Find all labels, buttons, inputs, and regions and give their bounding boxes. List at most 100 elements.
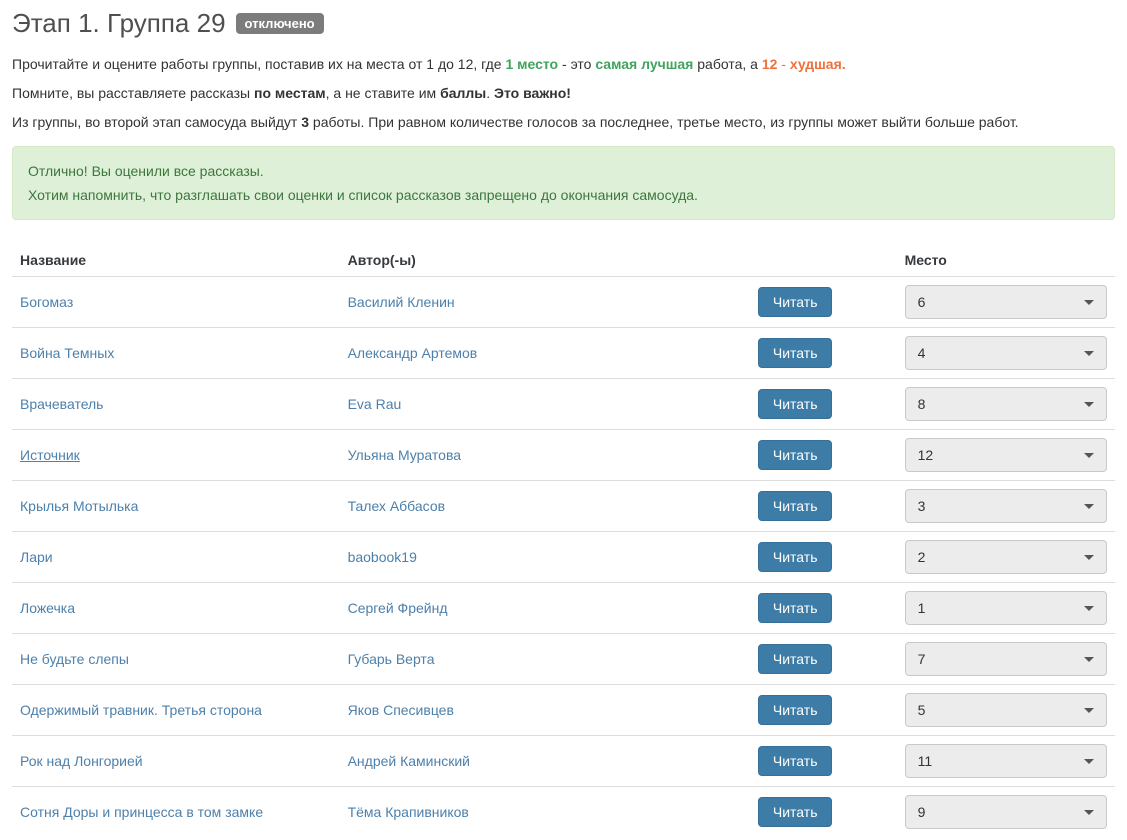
story-title-link[interactable]: Крылья Мотылька — [20, 498, 138, 514]
column-header-empty — [750, 244, 897, 277]
text-segment: Из группы, во второй этап самосуда выйду… — [12, 114, 301, 130]
chevron-down-icon — [1084, 300, 1094, 305]
chevron-down-icon — [1084, 504, 1094, 509]
text-segment: работы. При равном количестве голосов за… — [309, 114, 1019, 130]
chevron-down-icon — [1084, 657, 1094, 662]
status-badge: отключено — [236, 13, 324, 34]
table-row: Война Темных Александр Артемов Читать 4 — [12, 328, 1115, 379]
author-link[interactable]: baobook19 — [348, 549, 417, 565]
story-title-link[interactable]: Врачеватель — [20, 396, 103, 412]
author-link[interactable]: Александр Артемов — [348, 345, 478, 361]
place-select-value: 12 — [918, 447, 934, 463]
place-select-value: 8 — [918, 396, 926, 412]
chevron-down-icon — [1084, 810, 1094, 815]
read-button[interactable]: Читать — [758, 491, 833, 521]
story-title-link[interactable]: Не будьте слепы — [20, 651, 129, 667]
read-button[interactable]: Читать — [758, 644, 833, 674]
read-button[interactable]: Читать — [758, 746, 833, 776]
place-select-value: 2 — [918, 549, 926, 565]
place-select[interactable]: 4 — [905, 336, 1107, 370]
table-row: Рок над Лонгорией Андрей Каминский Читат… — [12, 736, 1115, 787]
page-container: Этап 1. Группа 29 отключено Прочитайте и … — [0, 0, 1127, 837]
worst-place-highlight: 12 — [762, 56, 778, 72]
read-button[interactable]: Читать — [758, 287, 833, 317]
place-select-value: 7 — [918, 651, 926, 667]
read-button[interactable]: Читать — [758, 695, 833, 725]
place-select[interactable]: 5 — [905, 693, 1107, 727]
table-row: Одержимый травник. Третья сторона Яков С… — [12, 685, 1115, 736]
chevron-down-icon — [1084, 351, 1094, 356]
read-button[interactable]: Читать — [758, 797, 833, 827]
read-button[interactable]: Читать — [758, 440, 833, 470]
place-select[interactable]: 8 — [905, 387, 1107, 421]
alert-line-1: Отлично! Вы оценили все рассказы. — [28, 161, 1099, 181]
place-select[interactable]: 3 — [905, 489, 1107, 523]
table-row: Лари baobook19 Читать 2 — [12, 532, 1115, 583]
text-segment: . — [486, 85, 494, 101]
story-title-link[interactable]: Рок над Лонгорией — [20, 753, 143, 769]
text-segment: - — [777, 56, 789, 72]
ratings-table: Название Автор(-ы) Место Богомаз Василий… — [12, 244, 1115, 837]
best-work-highlight: самая лучшая — [595, 56, 693, 72]
place-select-value: 3 — [918, 498, 926, 514]
read-button[interactable]: Читать — [758, 389, 833, 419]
table-row: Ложечка Сергей Фрейнд Читать 1 — [12, 583, 1115, 634]
author-link[interactable]: Eva Rau — [348, 396, 402, 412]
story-title-link[interactable]: Одержимый травник. Третья сторона — [20, 702, 262, 718]
read-button[interactable]: Читать — [758, 542, 833, 572]
story-title-link[interactable]: Богомаз — [20, 294, 73, 310]
chevron-down-icon — [1084, 708, 1094, 713]
place-select-value: 1 — [918, 600, 926, 616]
place-select[interactable]: 6 — [905, 285, 1107, 319]
column-header-title: Название — [12, 244, 340, 277]
author-link[interactable]: Ульяна Муратова — [348, 447, 461, 463]
text-segment: Прочитайте и оцените работы группы, пост… — [12, 56, 505, 72]
read-button[interactable]: Читать — [758, 593, 833, 623]
place-select[interactable]: 11 — [905, 744, 1107, 778]
place-select[interactable]: 7 — [905, 642, 1107, 676]
author-link[interactable]: Губарь Верта — [348, 651, 435, 667]
alert-success: Отлично! Вы оценили все рассказы. Хотим … — [12, 146, 1115, 220]
place-select-value: 6 — [918, 294, 926, 310]
read-button[interactable]: Читать — [758, 338, 833, 368]
bold-segment: Это важно! — [494, 85, 571, 101]
bold-segment: баллы — [440, 85, 486, 101]
story-title-link[interactable]: Источник — [20, 447, 80, 463]
table-row: Источник Ульяна Муратова Читать 12 — [12, 430, 1115, 481]
table-row: Сотня Доры и принцесса в том замке Тёма … — [12, 787, 1115, 838]
bold-segment: по местам — [254, 85, 326, 101]
page-title-text: Этап 1. Группа 29 — [12, 8, 226, 38]
author-link[interactable]: Талех Аббасов — [348, 498, 445, 514]
text-segment: Помните, вы расставляете рассказы — [12, 85, 254, 101]
text-segment: , а не ставите им — [326, 85, 440, 101]
instructions-line-1: Прочитайте и оцените работы группы, пост… — [12, 54, 1115, 74]
place-select-value: 11 — [918, 753, 933, 769]
author-link[interactable]: Сергей Фрейнд — [348, 600, 448, 616]
chevron-down-icon — [1084, 606, 1094, 611]
story-title-link[interactable]: Ложечка — [20, 600, 75, 616]
table-row: Крылья Мотылька Талех Аббасов Читать 3 — [12, 481, 1115, 532]
instructions-line-2: Помните, вы расставляете рассказы по мес… — [12, 83, 1115, 103]
chevron-down-icon — [1084, 453, 1094, 458]
author-link[interactable]: Василий Кленин — [348, 294, 455, 310]
story-title-link[interactable]: Война Темных — [20, 345, 114, 361]
place-select[interactable]: 9 — [905, 795, 1107, 829]
place-select[interactable]: 12 — [905, 438, 1107, 472]
place-select[interactable]: 1 — [905, 591, 1107, 625]
table-row: Врачеватель Eva Rau Читать 8 — [12, 379, 1115, 430]
author-link[interactable]: Тёма Крапивников — [348, 804, 469, 820]
text-segment: - это — [558, 56, 595, 72]
place-select-value: 4 — [918, 345, 926, 361]
worst-work-highlight: худшая. — [790, 56, 846, 72]
chevron-down-icon — [1084, 555, 1094, 560]
chevron-down-icon — [1084, 759, 1094, 764]
table-header-row: Название Автор(-ы) Место — [12, 244, 1115, 277]
story-title-link[interactable]: Сотня Доры и принцесса в том замке — [20, 804, 263, 820]
table-row: Богомаз Василий Кленин Читать 6 — [12, 277, 1115, 328]
author-link[interactable]: Яков Спесивцев — [348, 702, 454, 718]
column-header-place: Место — [897, 244, 1115, 277]
story-title-link[interactable]: Лари — [20, 549, 53, 565]
author-link[interactable]: Андрей Каминский — [348, 753, 470, 769]
table-row: Не будьте слепы Губарь Верта Читать 7 — [12, 634, 1115, 685]
place-select[interactable]: 2 — [905, 540, 1107, 574]
